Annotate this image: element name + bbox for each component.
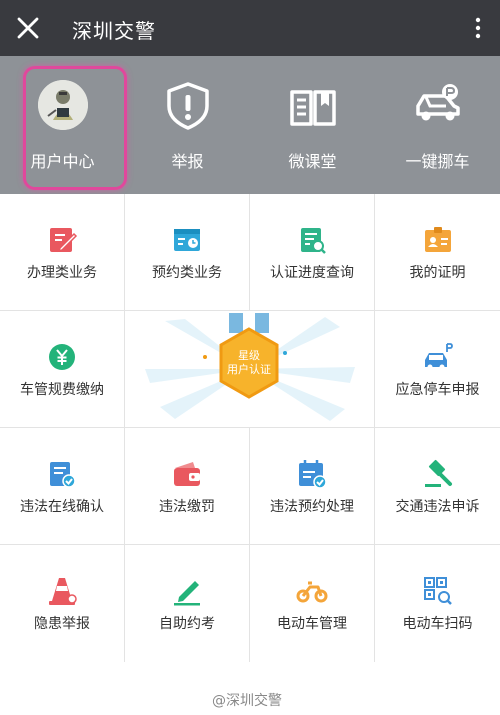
- move-car-label: 一键挪车: [405, 152, 470, 171]
- grid-item-violation-appeal[interactable]: 交通违法申诉: [375, 428, 500, 544]
- grid-item-handling-business[interactable]: 办理类业务: [0, 194, 124, 310]
- grid-item-label: 电动车扫码: [402, 616, 473, 632]
- wallet-icon: [174, 462, 200, 486]
- grid-item-label: 我的证明: [409, 265, 466, 281]
- watermark: @深圳交警: [212, 693, 282, 709]
- calendar-check-icon: [299, 460, 327, 489]
- gavel-icon: [424, 459, 452, 487]
- grid-item-my-certificate[interactable]: 我的证明: [375, 194, 500, 310]
- parking-car-icon: [424, 343, 453, 370]
- close-icon[interactable]: [14, 14, 42, 42]
- yen-circle-icon: [49, 344, 75, 370]
- service-grid: 办理类业务 预约类业务 认证进度查询 我的证明 车管规费缴纳 星级 用户认证 应…: [0, 194, 500, 662]
- banner-line-2: 用户认证: [227, 362, 271, 376]
- doc-check-icon: [50, 462, 76, 488]
- grid-item-hazard-report[interactable]: 隐患举报: [0, 545, 124, 662]
- avatar-icon: [38, 80, 88, 130]
- grid-item-label: 违法预约处理: [270, 499, 354, 515]
- user-center-label: 用户中心: [30, 152, 95, 171]
- grid-item-label: 隐患举报: [34, 616, 90, 632]
- grid-item-violation-confirm[interactable]: 违法在线确认: [0, 428, 124, 544]
- grid-item-label: 办理类业务: [27, 265, 97, 281]
- pen-icon: [174, 581, 200, 606]
- grid-item-label: 自助约考: [159, 616, 215, 632]
- grid-item-ebike-scan[interactable]: 电动车扫码: [375, 545, 500, 662]
- grid-item-violation-payment[interactable]: 违法缴罚: [125, 428, 249, 544]
- grid-item-label: 违法缴罚: [159, 499, 215, 515]
- traffic-cone-icon: [49, 578, 77, 605]
- qr-scan-icon: [423, 577, 452, 605]
- grid-item-vehicle-fee[interactable]: 车管规费缴纳: [0, 311, 124, 427]
- more-menu-icon[interactable]: [470, 14, 486, 42]
- grid-item-label: 车管规费缴纳: [20, 382, 104, 398]
- alert-shield-icon: [167, 82, 209, 130]
- grid-item-label: 预约类业务: [152, 265, 222, 281]
- grid-item-appointment-business[interactable]: 预约类业务: [125, 194, 249, 310]
- calendar-clock-icon: [174, 229, 200, 251]
- report-button[interactable]: 举报: [125, 56, 250, 194]
- grid-item-label: 电动车管理: [277, 616, 347, 632]
- grid-item-emergency-parking[interactable]: 应急停车申报: [375, 311, 500, 427]
- grid-item-label: 应急停车申报: [395, 382, 480, 398]
- grid-item-label: 交通违法申诉: [395, 499, 480, 515]
- book-icon: [290, 90, 336, 126]
- page-title: 深圳交警: [72, 19, 156, 43]
- quick-action-bar: 用户中心 举报 微课堂 一键挪车: [0, 56, 500, 194]
- grid-item-cert-progress[interactable]: 认证进度查询: [250, 194, 374, 310]
- grid-item-label: 违法在线确认: [20, 499, 104, 515]
- car-move-icon: [416, 84, 460, 121]
- grid-item-label: 认证进度查询: [270, 265, 354, 281]
- user-center-button[interactable]: 用户中心: [0, 56, 125, 194]
- grid-item-self-exam-booking[interactable]: 自助约考: [125, 545, 249, 662]
- edit-doc-icon: [50, 228, 78, 253]
- move-car-button[interactable]: 一键挪车: [375, 56, 500, 194]
- doc-search-icon: [301, 228, 326, 254]
- star-user-certification-banner[interactable]: 星级 用户认证: [125, 311, 374, 427]
- micro-class-button[interactable]: 微课堂: [250, 56, 375, 194]
- medal-badge-icon: 星级 用户认证: [145, 313, 355, 421]
- micro-class-label: 微课堂: [288, 152, 337, 171]
- report-label: 举报: [171, 152, 204, 171]
- grid-item-ebike-management[interactable]: 电动车管理: [250, 545, 374, 662]
- id-badge-icon: [424, 227, 451, 252]
- scooter-icon: [296, 581, 328, 603]
- banner-line-1: 星级: [238, 349, 260, 362]
- title-bar: 深圳交警: [0, 0, 500, 56]
- grid-item-violation-appointment[interactable]: 违法预约处理: [250, 428, 374, 544]
